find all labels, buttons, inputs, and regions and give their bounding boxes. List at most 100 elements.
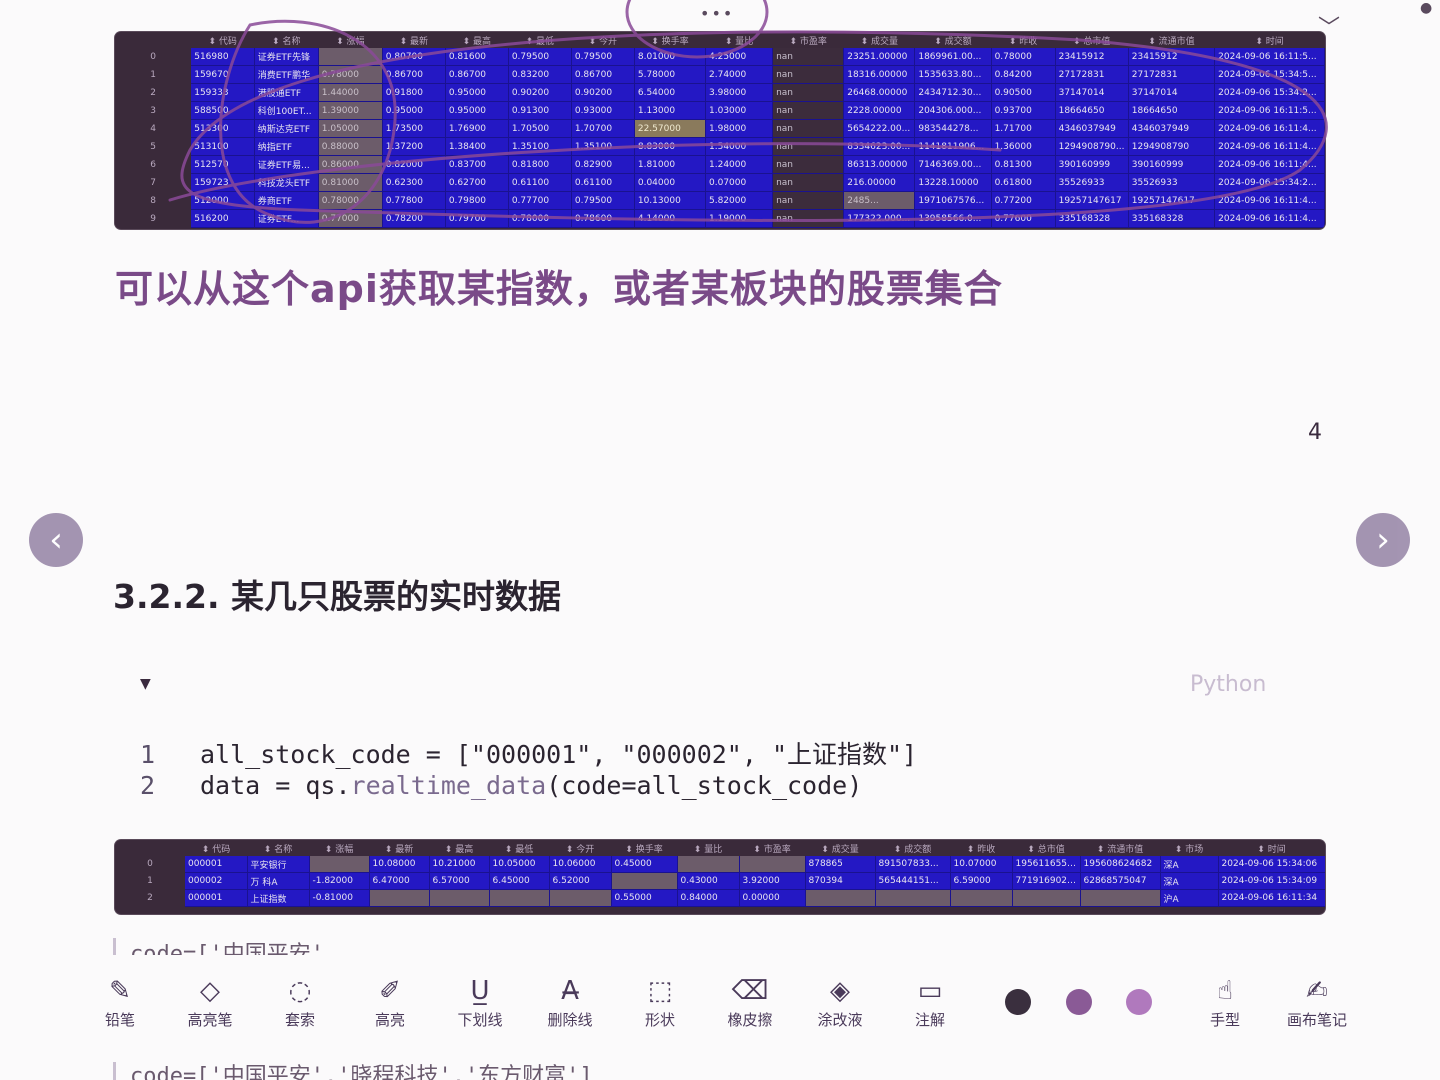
quote-code-snippet-2: code=['中国平安','晓程科技','东方财富']: [113, 1062, 593, 1080]
row-index: 0: [115, 856, 185, 873]
column-header[interactable]: ⬍ 最高: [429, 840, 489, 856]
annotation-loop-wide: [180, 30, 1328, 222]
page-number: 4: [1308, 420, 1322, 445]
table-cell: 870394: [805, 872, 876, 890]
tool-高亮[interactable]: ✐ 高亮: [355, 975, 425, 1030]
tool-icon: ◈: [830, 976, 850, 1006]
column-header[interactable]: ⬍ 总市值: [1012, 840, 1080, 856]
tool-套索[interactable]: ◌ 套索: [265, 975, 335, 1030]
table-cell: 深A: [1160, 872, 1219, 890]
row-index: 1: [115, 872, 185, 890]
table-cell: [369, 889, 430, 907]
code-function: realtime_data: [350, 771, 547, 800]
column-header[interactable]: ⬍ 昨收: [950, 840, 1012, 856]
table-cell: 6.45000: [489, 872, 550, 890]
code-line-2: 2 data = qs.realtime_data(code=all_stock_…: [140, 771, 862, 800]
column-header[interactable]: ⬍ 成交量: [805, 840, 875, 856]
code-text: data = qs.: [200, 771, 351, 800]
column-header[interactable]: ⬍ 代码: [185, 840, 247, 856]
table-cell: 沪A: [1160, 889, 1219, 907]
table-cell: 平安银行: [247, 856, 310, 873]
tool-icon: U̲: [470, 976, 490, 1006]
table-cell: 2024-09-06 16:11:34: [1218, 889, 1325, 907]
table-cell: 0.45000: [611, 856, 678, 873]
next-page-button[interactable]: ›: [1356, 513, 1410, 567]
table-cell: 6.57000: [429, 872, 490, 890]
column-header[interactable]: ⬍ 最新: [369, 840, 429, 856]
color-swatch[interactable]: [1066, 989, 1092, 1015]
tool-下划线[interactable]: U̲ 下划线: [445, 975, 515, 1030]
tool-注解[interactable]: ▭ 注解: [895, 975, 965, 1030]
tool-icon: ☝: [1217, 976, 1233, 1006]
chevron-left-icon: ‹: [49, 520, 63, 560]
table-cell: 10.08000: [369, 856, 430, 873]
column-header[interactable]: [115, 840, 185, 856]
table-cell: 0.43000: [677, 872, 740, 890]
column-header[interactable]: ⬍ 名称: [247, 840, 309, 856]
table-cell: 0.55000: [611, 889, 678, 907]
row-index: 2: [115, 889, 185, 907]
column-header[interactable]: ⬍ 时间: [1218, 840, 1325, 856]
realtime-dataframe-table: ⬍ 代码 ⬍ 名称 ⬍ 涨幅 ⬍ 最新 ⬍ 最高 ⬍ 最低 ⬍ 今开 ⬍ 换手率 ⬍ 量比 ⬍ 市…: [115, 840, 1325, 914]
table-cell: 10.05000: [489, 856, 550, 873]
tool-icon: ▭: [917, 976, 943, 1006]
column-header[interactable]: ⬍ 涨幅: [309, 840, 369, 856]
tool-高亮笔[interactable]: ◇ 高亮笔: [175, 975, 245, 1030]
table-cell: [875, 889, 951, 907]
collapse-code-toggle-icon[interactable]: ▼: [140, 676, 151, 692]
table-cell: 2024-09-06 15:34:06: [1218, 856, 1325, 873]
tool-label: 手型: [1209, 1011, 1240, 1029]
table-cell: 3.92000: [739, 872, 806, 890]
column-header[interactable]: ⬍ 量比: [677, 840, 739, 856]
section-heading: 3.2.2. 某几只股票的实时数据: [113, 577, 561, 616]
realtime-table: ⬍ 代码 ⬍ 名称 ⬍ 涨幅 ⬍ 最新 ⬍ 最高 ⬍ 最低 ⬍ 今开 ⬍ 换手率 ⬍ 量比 ⬍ 市…: [115, 840, 1325, 907]
table-cell: [1012, 889, 1081, 907]
tool-手型[interactable]: ☝ 手型: [1190, 975, 1260, 1030]
table-cell: 195608624682: [1080, 856, 1161, 873]
table-cell: [309, 856, 370, 873]
color-swatch[interactable]: [1005, 989, 1031, 1015]
color-swatch[interactable]: [1126, 989, 1152, 1015]
code-language-label[interactable]: Python: [1190, 672, 1266, 697]
column-header[interactable]: ⬍ 市盈率: [739, 840, 805, 856]
column-header[interactable]: ⬍ 成交额: [875, 840, 950, 856]
annotation-toolbar: ✎ 铅笔 ◇ 高亮笔 ◌ 套索 ✐ 高亮 U̲ 下划线 A̶ 删除线 ⬚ 形状 ⌫ 橡皮擦 ◈ 涂改液 ▭ 注解 ☝ 手型…: [0, 955, 1440, 1050]
tool-涂改液[interactable]: ◈ 涂改液: [805, 975, 875, 1030]
tool-橡皮擦[interactable]: ⌫ 橡皮擦: [715, 975, 785, 1030]
code-text: (code=all_stock_code): [546, 771, 863, 800]
column-header[interactable]: ⬍ 最低: [489, 840, 549, 856]
tool-icon: ✍: [1306, 976, 1328, 1006]
tool-label: 橡皮擦: [727, 1011, 773, 1029]
table-cell: 2024-09-06 15:34:09: [1218, 872, 1325, 890]
tool-label: 画布笔记: [1286, 1011, 1347, 1029]
previous-page-button[interactable]: ‹: [29, 513, 83, 567]
table-cell: [489, 889, 550, 907]
line-number: 2: [140, 771, 156, 800]
column-header[interactable]: ⬍ 换手率: [611, 840, 677, 856]
tool-画布笔记[interactable]: ✍ 画布笔记: [1282, 975, 1352, 1030]
note-heading: 可以从这个api获取某指数，或者某板块的股票集合: [115, 267, 1003, 311]
tool-label: 铅笔: [104, 1011, 135, 1029]
tool-label: 涂改液: [817, 1011, 863, 1029]
table-cell: 565444151...: [875, 872, 951, 890]
column-header[interactable]: ⬍ 流通市值: [1080, 840, 1160, 856]
tool-形状[interactable]: ⬚ 形状: [625, 975, 695, 1030]
column-header[interactable]: ⬍ 市场: [1160, 840, 1218, 856]
table-cell: 0.84000: [677, 889, 740, 907]
table-cell: [739, 856, 806, 873]
table-row: 2 000001 上证指数 -0.81000 0.55000 0.84000 0.00000…: [115, 889, 1325, 907]
annotation-stroke: [168, 142, 1002, 202]
column-header[interactable]: ⬍ 今开: [549, 840, 611, 856]
table-cell: [805, 889, 876, 907]
annotation-loop-left: [219, 19, 397, 224]
tool-icon: ◇: [200, 976, 220, 1006]
tool-icon: ◌: [288, 976, 312, 1006]
tool-label: 形状: [644, 1011, 675, 1029]
annotation-circle-top: [625, 0, 769, 59]
table-cell: 000001: [185, 889, 248, 907]
tool-删除线[interactable]: A̶ 删除线: [535, 975, 605, 1030]
tool-铅笔[interactable]: ✎ 铅笔: [85, 975, 155, 1030]
table-cell: [677, 856, 740, 873]
quote-code-snippet-1: code=['中国平安': [113, 938, 324, 955]
tool-label: 套索: [284, 1011, 315, 1029]
